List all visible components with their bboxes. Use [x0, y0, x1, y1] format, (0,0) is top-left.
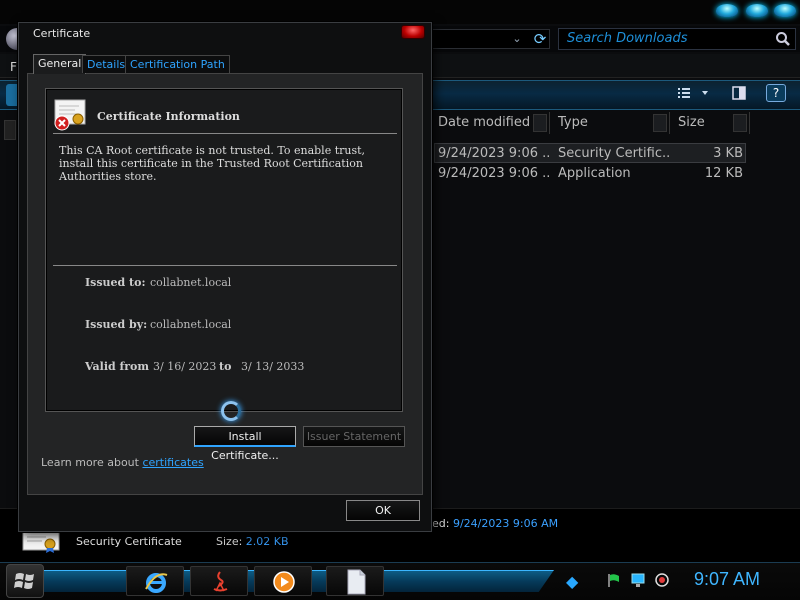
document-icon — [347, 569, 366, 595]
search-input[interactable]: Search Downloads — [558, 28, 796, 50]
title-bar — [0, 0, 800, 24]
column-label: Date modified — [438, 115, 531, 130]
show-hidden-icons-icon[interactable]: ◆ — [566, 572, 582, 591]
file-date: 9/24/2023 9:06 ... — [438, 146, 550, 161]
divider — [53, 265, 397, 266]
file-size: 12 KB — [704, 166, 743, 181]
ok-button[interactable]: OK — [346, 500, 420, 521]
refresh-icon[interactable]: ⟳ — [530, 29, 550, 49]
taskbar-app-document[interactable] — [326, 566, 384, 596]
divider — [53, 133, 397, 134]
certificate-icon — [22, 531, 60, 553]
issued-by-label: Issued by: — [85, 318, 148, 331]
menu-item-file[interactable]: F — [10, 60, 17, 74]
details-size-value: 2.02 KB — [245, 535, 289, 548]
valid-from-label: Valid from — [85, 360, 150, 373]
column-size[interactable]: Size — [672, 112, 750, 134]
column-type[interactable]: Type — [552, 112, 670, 134]
start-button[interactable] — [6, 564, 44, 598]
taskbar-app-java[interactable] — [190, 566, 248, 596]
navigation-pane[interactable] — [4, 120, 16, 140]
certificate-info-heading: Certificate Information — [97, 110, 240, 123]
windows-logo-icon — [14, 573, 34, 589]
volume-icon[interactable] — [654, 572, 670, 588]
details-modified: ed: 9/24/2023 9:06 AM — [432, 517, 558, 530]
views-button[interactable] — [676, 86, 716, 102]
details-size-label: Size: — [216, 535, 243, 548]
search-placeholder: Search Downloads — [567, 31, 688, 46]
column-date-modified[interactable]: Date modified — [432, 112, 550, 134]
views-icon — [678, 88, 708, 98]
learn-more-prefix: Learn more about — [41, 456, 143, 469]
close-window-button[interactable] — [774, 4, 796, 17]
file-type: Security Certific... — [558, 146, 670, 161]
issued-to-value: collabnet.local — [150, 276, 232, 289]
column-label: Size — [678, 115, 705, 130]
learn-more-text: Learn more about certificates — [41, 456, 204, 469]
details-size: Size: 2.02 KB — [216, 535, 289, 548]
valid-to-value: 3/ 13/ 2033 — [241, 360, 305, 373]
internet-explorer-icon — [145, 573, 168, 593]
certificate-untrusted-icon — [54, 99, 86, 131]
close-icon[interactable] — [401, 25, 425, 39]
certificate-dialog: Certificate General Details Certificatio… — [18, 22, 432, 532]
sort-arrow-icon[interactable] — [733, 114, 747, 132]
sort-arrow-icon[interactable] — [653, 114, 667, 132]
taskbar-app-media-player[interactable] — [254, 566, 312, 596]
tab-certification-path[interactable]: Certification Path — [125, 55, 230, 73]
valid-from-value: 3/ 16/ 2023 — [153, 360, 217, 373]
column-label: Type — [558, 115, 588, 130]
tab-details[interactable]: Details — [82, 55, 131, 73]
file-size: 3 KB — [713, 146, 743, 161]
minimize-button[interactable] — [716, 4, 738, 17]
trust-warning-text: This CA Root certificate is not trusted.… — [59, 144, 366, 183]
clock[interactable]: 9:07 AM — [694, 569, 760, 590]
network-icon[interactable] — [630, 572, 646, 588]
certificates-link[interactable]: certificates — [142, 456, 203, 469]
chevron-down-icon[interactable]: ⌄ — [510, 30, 524, 48]
column-headers: Date modified Type Size — [432, 112, 800, 136]
help-icon[interactable]: ? — [766, 84, 786, 102]
taskbar-app-internet-explorer[interactable] — [126, 566, 184, 596]
action-center-flag-icon[interactable] — [606, 572, 622, 588]
issuer-statement-button[interactable]: Issuer Statement — [303, 426, 405, 447]
issued-by-value: collabnet.local — [150, 318, 232, 331]
maximize-button[interactable] — [746, 4, 768, 17]
dialog-title: Certificate — [33, 27, 91, 40]
details-modified-label: ed: — [432, 517, 450, 530]
issued-to-label: Issued to: — [85, 276, 146, 289]
busy-cursor-icon — [221, 401, 241, 421]
details-file-name: Security Certificate — [76, 535, 182, 548]
sort-arrow-icon[interactable] — [533, 114, 547, 132]
valid-to-label: to — [219, 360, 232, 373]
file-date: 9/24/2023 9:06 ... — [438, 166, 550, 181]
media-player-icon — [273, 571, 295, 593]
search-icon[interactable] — [775, 31, 791, 47]
preview-pane-icon[interactable] — [732, 86, 746, 100]
file-type: Application — [558, 166, 631, 181]
details-modified-value: 9/24/2023 9:06 AM — [452, 517, 559, 530]
table-row[interactable]: 9/24/2023 9:06 ... Application 12 KB — [434, 164, 746, 184]
tab-general[interactable]: General — [33, 54, 87, 74]
table-row[interactable]: 9/24/2023 9:06 ... Security Certific... … — [434, 143, 746, 163]
install-certificate-button[interactable]: Install Certificate... — [194, 426, 296, 462]
java-icon — [213, 571, 228, 592]
